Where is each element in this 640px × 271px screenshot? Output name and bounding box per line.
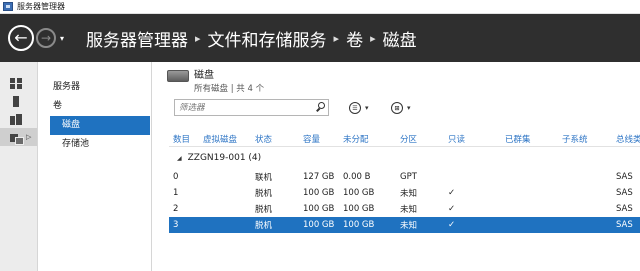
rail-item-local-server[interactable] [0, 92, 37, 110]
cell-read-only: ✓ [448, 204, 456, 214]
cell-bus-type: SAS [616, 172, 633, 182]
group-options-button[interactable]: ⊞ ▾ [391, 102, 411, 114]
icon-rail: ▷ [0, 62, 38, 271]
subnav-item-volumes[interactable]: 卷 [38, 97, 151, 116]
window-title: 服务器管理器 [17, 2, 65, 11]
cell-status: 脱机 [255, 205, 273, 215]
breadcrumb-volumes[interactable]: 卷 [346, 26, 363, 51]
back-button[interactable]: ← [8, 25, 34, 51]
cell-number: 0 [173, 172, 179, 182]
column-header-number[interactable]: 数目 [169, 133, 199, 145]
history-dropdown-icon[interactable]: ▾ [60, 34, 64, 43]
forward-arrow-icon: → [40, 31, 52, 45]
cell-status: 脱机 [255, 221, 273, 231]
table-header: 数目 虚拟磁盘 状态 容量 未分配 分区 只读 已群集 子系统 总线类型 [169, 132, 640, 147]
breadcrumb-disks: 磁盘 [382, 30, 417, 51]
breadcrumb-separator-icon: ▸ [370, 31, 376, 45]
breadcrumb: 服务器管理器 ▸ 文件和存储服务 ▸ 卷 ▸ 磁盘 [86, 26, 417, 51]
column-header-capacity[interactable]: 容量 [299, 133, 339, 145]
collapse-triangle-icon[interactable]: ◢ [177, 155, 182, 162]
cell-unallocated: 100 GB [343, 220, 375, 230]
cell-read-only: ✓ [448, 188, 456, 198]
main-panel: 磁盘 所有磁盘 | 共 4 个 ☰ ▾ ⊞ ▾ 数目 虚拟磁盘 状态 容量 未分… [153, 62, 640, 271]
panel-subtitle: 所有磁盘 | 共 4 个 [194, 84, 265, 94]
cell-unallocated: 100 GB [343, 188, 375, 198]
server-group-row[interactable]: ◢ ZZGN19-001 (4) [169, 147, 640, 169]
list-options-button[interactable]: ☰ ▾ [349, 102, 369, 114]
server-manager-app-icon [3, 2, 13, 11]
cell-capacity: 127 GB [303, 172, 335, 182]
breadcrumb-separator-icon: ▸ [333, 31, 340, 45]
cell-capacity: 100 GB [303, 220, 335, 230]
panel-title: 磁盘 [194, 70, 214, 81]
back-arrow-icon: ← [14, 28, 28, 47]
column-header-bus-type[interactable]: 总线类型 [612, 133, 640, 145]
rail-item-file-storage[interactable]: ▷ [0, 128, 37, 146]
file-storage-icon [10, 132, 24, 145]
column-header-partition[interactable]: 分区 [396, 133, 444, 145]
cell-partition: 未知 [400, 221, 418, 231]
panel-header: 磁盘 所有磁盘 | 共 4 个 [167, 66, 264, 94]
all-servers-icon [10, 113, 22, 125]
local-server-icon [10, 95, 22, 107]
forward-button[interactable]: → [36, 28, 56, 48]
cell-capacity: 100 GB [303, 204, 335, 214]
cell-number: 1 [173, 188, 179, 198]
search-icon[interactable] [315, 102, 325, 113]
subnav-item-storage-pools[interactable]: 存储池 [38, 135, 151, 154]
group-icon: ⊞ [391, 102, 403, 114]
cell-unallocated: 100 GB [343, 204, 375, 214]
subnav-item-servers[interactable]: 服务器 [38, 78, 151, 97]
dashboard-icon [10, 77, 22, 89]
table-row[interactable]: 0 联机 127 GB 0.00 B GPT SAS [169, 169, 640, 185]
cell-status: 联机 [255, 173, 273, 183]
cell-unallocated: 0.00 B [343, 172, 371, 182]
breadcrumb-server-manager[interactable]: 服务器管理器 [86, 26, 188, 51]
table-row-selected[interactable]: 3 脱机 100 GB 100 GB 未知 ✓ SAS [169, 217, 640, 233]
cell-partition: GPT [400, 172, 417, 182]
rail-item-dashboard[interactable] [0, 74, 37, 92]
chevron-down-icon: ▾ [365, 104, 369, 112]
cell-number: 2 [173, 204, 179, 214]
cell-status: 脱机 [255, 189, 273, 199]
column-header-subsystem[interactable]: 子系统 [558, 133, 612, 145]
server-group-label: ZZGN19-001 (4) [187, 153, 262, 163]
cell-partition: 未知 [400, 205, 418, 215]
disk-icon [167, 70, 189, 82]
disks-table: 数目 虚拟磁盘 状态 容量 未分配 分区 只读 已群集 子系统 总线类型 ◢ Z… [169, 132, 640, 233]
cell-partition: 未知 [400, 189, 418, 199]
cell-bus-type: SAS [616, 204, 633, 214]
table-row[interactable]: 2 脱机 100 GB 100 GB 未知 ✓ SAS [169, 201, 640, 217]
column-header-clustered[interactable]: 已群集 [501, 133, 558, 145]
cell-number: 3 [173, 220, 179, 230]
rail-item-all-servers[interactable] [0, 110, 37, 128]
cell-capacity: 100 GB [303, 188, 335, 198]
chevron-down-icon: ▾ [407, 104, 411, 112]
list-icon: ☰ [349, 102, 361, 114]
cell-read-only: ✓ [448, 220, 456, 230]
window-titlebar: 服务器管理器 [0, 0, 640, 14]
subnav-item-disks[interactable]: 磁盘 [50, 116, 150, 135]
filter-field[interactable] [174, 99, 329, 116]
cell-bus-type: SAS [616, 220, 633, 230]
expand-arrow-icon: ▷ [26, 133, 32, 141]
column-header-read-only[interactable]: 只读 [444, 133, 501, 145]
breadcrumb-separator-icon: ▸ [195, 31, 201, 45]
cell-bus-type: SAS [616, 188, 633, 198]
table-row[interactable]: 1 脱机 100 GB 100 GB 未知 ✓ SAS [169, 185, 640, 201]
filter-input[interactable] [179, 102, 309, 113]
sub-navigation: 服务器 卷 磁盘 存储池 [38, 62, 152, 271]
column-header-status[interactable]: 状态 [251, 133, 299, 145]
column-header-virtual-disk[interactable]: 虚拟磁盘 [199, 133, 251, 145]
header-bar: ← → ▾ 服务器管理器 ▸ 文件和存储服务 ▸ 卷 ▸ 磁盘 [0, 14, 640, 62]
breadcrumb-file-storage[interactable]: 文件和存储服务 [208, 26, 327, 51]
column-header-unallocated[interactable]: 未分配 [339, 133, 396, 145]
